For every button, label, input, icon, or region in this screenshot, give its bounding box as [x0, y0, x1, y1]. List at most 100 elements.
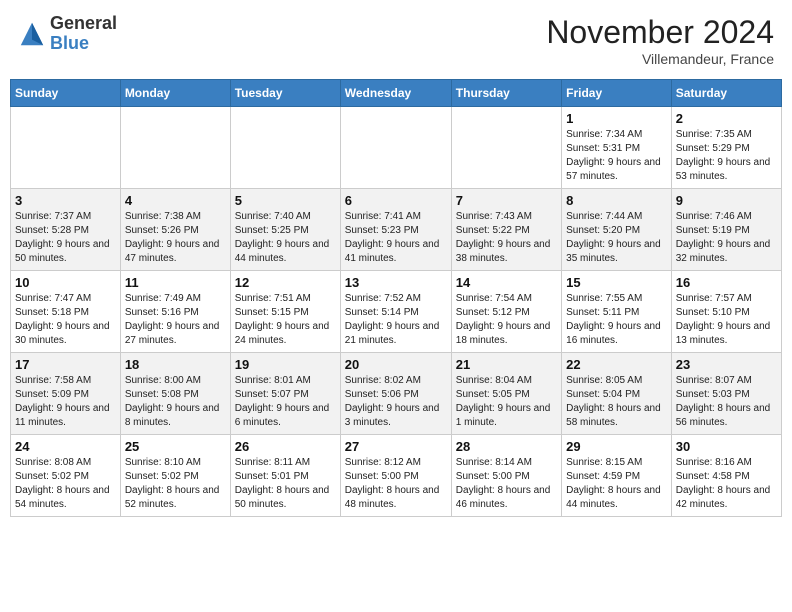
day-info: Sunrise: 7:55 AM Sunset: 5:11 PM Dayligh…	[566, 292, 667, 348]
day-info: Sunrise: 8:11 AM Sunset: 5:01 PM Dayligh…	[235, 456, 336, 512]
day-info: Sunrise: 7:44 AM Sunset: 5:20 PM Dayligh…	[566, 210, 667, 266]
day-info: Sunrise: 8:07 AM Sunset: 5:03 PM Dayligh…	[676, 374, 777, 430]
weekday-header-thursday: Thursday	[451, 80, 561, 107]
day-number: 7	[456, 193, 557, 208]
calendar-body: 1 Sunrise: 7:34 AM Sunset: 5:31 PM Daylig…	[11, 107, 782, 517]
calendar-day-cell	[340, 107, 451, 189]
day-number: 5	[235, 193, 336, 208]
calendar-day-cell: 8 Sunrise: 7:44 AM Sunset: 5:20 PM Daylig…	[562, 189, 672, 271]
day-number: 2	[676, 111, 777, 126]
weekday-header-saturday: Saturday	[671, 80, 781, 107]
calendar-day-cell: 18 Sunrise: 8:00 AM Sunset: 5:08 PM Dayli…	[120, 353, 230, 435]
location-subtitle: Villemandeur, France	[546, 51, 774, 67]
day-number: 11	[125, 275, 226, 290]
day-info: Sunrise: 7:40 AM Sunset: 5:25 PM Dayligh…	[235, 210, 336, 266]
calendar-day-cell: 15 Sunrise: 7:55 AM Sunset: 5:11 PM Dayli…	[562, 271, 672, 353]
day-number: 6	[345, 193, 447, 208]
day-info: Sunrise: 8:16 AM Sunset: 4:58 PM Dayligh…	[676, 456, 777, 512]
day-info: Sunrise: 8:02 AM Sunset: 5:06 PM Dayligh…	[345, 374, 447, 430]
calendar-day-cell	[11, 107, 121, 189]
day-number: 26	[235, 439, 336, 454]
month-title: November 2024	[546, 14, 774, 51]
day-info: Sunrise: 7:41 AM Sunset: 5:23 PM Dayligh…	[345, 210, 447, 266]
weekday-header-tuesday: Tuesday	[230, 80, 340, 107]
calendar-day-cell: 12Sunrise: 7:51 AM Sunset: 5:15 PM Dayli…	[230, 271, 340, 353]
day-number: 1	[566, 111, 667, 126]
day-info: Sunrise: 8:08 AM Sunset: 5:02 PM Dayligh…	[15, 456, 116, 512]
weekday-header-friday: Friday	[562, 80, 672, 107]
calendar-day-cell: 27 Sunrise: 8:12 AM Sunset: 5:00 PM Dayli…	[340, 435, 451, 517]
day-info: Sunrise: 8:14 AM Sunset: 5:00 PM Dayligh…	[456, 456, 557, 512]
day-info: Sunrise: 7:54 AM Sunset: 5:12 PM Dayligh…	[456, 292, 557, 348]
calendar-week-3: 10 Sunrise: 7:47 AM Sunset: 5:18 PM Dayli…	[11, 271, 782, 353]
day-number: 18	[125, 357, 226, 372]
day-number: 27	[345, 439, 447, 454]
day-info: Sunrise: 7:47 AM Sunset: 5:18 PM Dayligh…	[15, 292, 116, 348]
calendar-day-cell	[451, 107, 561, 189]
day-number: 17	[15, 357, 116, 372]
logo: General Blue	[18, 14, 117, 54]
calendar-day-cell: 29Sunrise: 8:15 AM Sunset: 4:59 PM Dayli…	[562, 435, 672, 517]
logo-blue-text: Blue	[50, 34, 117, 54]
day-info: Sunrise: 7:43 AM Sunset: 5:22 PM Dayligh…	[456, 210, 557, 266]
day-number: 13	[345, 275, 447, 290]
calendar-day-cell: 10 Sunrise: 7:47 AM Sunset: 5:18 PM Dayli…	[11, 271, 121, 353]
day-info: Sunrise: 7:58 AM Sunset: 5:09 PM Dayligh…	[15, 374, 116, 430]
day-number: 14	[456, 275, 557, 290]
day-number: 10	[15, 275, 116, 290]
day-info: Sunrise: 8:01 AM Sunset: 5:07 PM Dayligh…	[235, 374, 336, 430]
page-header: General Blue November 2024 Villemandeur,…	[10, 10, 782, 71]
day-info: Sunrise: 7:38 AM Sunset: 5:26 PM Dayligh…	[125, 210, 226, 266]
calendar-day-cell: 14 Sunrise: 7:54 AM Sunset: 5:12 PM Dayli…	[451, 271, 561, 353]
day-number: 16	[676, 275, 777, 290]
calendar-day-cell: 9 Sunrise: 7:46 AM Sunset: 5:19 PM Daylig…	[671, 189, 781, 271]
calendar-day-cell: 25Sunrise: 8:10 AM Sunset: 5:02 PM Dayli…	[120, 435, 230, 517]
day-number: 28	[456, 439, 557, 454]
calendar-day-cell: 30 Sunrise: 8:16 AM Sunset: 4:58 PM Dayli…	[671, 435, 781, 517]
day-number: 29	[566, 439, 667, 454]
day-number: 8	[566, 193, 667, 208]
calendar-day-cell	[230, 107, 340, 189]
day-info: Sunrise: 8:00 AM Sunset: 5:08 PM Dayligh…	[125, 374, 226, 430]
day-number: 15	[566, 275, 667, 290]
day-number: 25	[125, 439, 226, 454]
calendar-day-cell: 11Sunrise: 7:49 AM Sunset: 5:16 PM Dayli…	[120, 271, 230, 353]
weekday-header-row: SundayMondayTuesdayWednesdayThursdayFrid…	[11, 80, 782, 107]
weekday-header-sunday: Sunday	[11, 80, 121, 107]
calendar-day-cell: 24 Sunrise: 8:08 AM Sunset: 5:02 PM Dayli…	[11, 435, 121, 517]
day-info: Sunrise: 7:52 AM Sunset: 5:14 PM Dayligh…	[345, 292, 447, 348]
weekday-header-monday: Monday	[120, 80, 230, 107]
day-info: Sunrise: 7:51 AM Sunset: 5:15 PM Dayligh…	[235, 292, 336, 348]
logo-icon	[18, 20, 46, 48]
calendar-day-cell: 1 Sunrise: 7:34 AM Sunset: 5:31 PM Daylig…	[562, 107, 672, 189]
calendar-header: SundayMondayTuesdayWednesdayThursdayFrid…	[11, 80, 782, 107]
calendar-day-cell: 4 Sunrise: 7:38 AM Sunset: 5:26 PM Daylig…	[120, 189, 230, 271]
day-info: Sunrise: 8:12 AM Sunset: 5:00 PM Dayligh…	[345, 456, 447, 512]
day-number: 20	[345, 357, 447, 372]
day-info: Sunrise: 8:05 AM Sunset: 5:04 PM Dayligh…	[566, 374, 667, 430]
calendar-day-cell: 7 Sunrise: 7:43 AM Sunset: 5:22 PM Daylig…	[451, 189, 561, 271]
logo-general-text: General	[50, 14, 117, 34]
title-block: November 2024 Villemandeur, France	[546, 14, 774, 67]
day-info: Sunrise: 7:34 AM Sunset: 5:31 PM Dayligh…	[566, 128, 667, 184]
day-number: 24	[15, 439, 116, 454]
calendar-day-cell: 6 Sunrise: 7:41 AM Sunset: 5:23 PM Daylig…	[340, 189, 451, 271]
calendar-day-cell: 21Sunrise: 8:04 AM Sunset: 5:05 PM Dayli…	[451, 353, 561, 435]
day-info: Sunrise: 8:04 AM Sunset: 5:05 PM Dayligh…	[456, 374, 557, 430]
day-info: Sunrise: 7:46 AM Sunset: 5:19 PM Dayligh…	[676, 210, 777, 266]
day-number: 4	[125, 193, 226, 208]
day-number: 9	[676, 193, 777, 208]
calendar-day-cell: 26 Sunrise: 8:11 AM Sunset: 5:01 PM Dayli…	[230, 435, 340, 517]
calendar-day-cell: 19Sunrise: 8:01 AM Sunset: 5:07 PM Dayli…	[230, 353, 340, 435]
calendar-day-cell: 22Sunrise: 8:05 AM Sunset: 5:04 PM Dayli…	[562, 353, 672, 435]
calendar-day-cell: 5 Sunrise: 7:40 AM Sunset: 5:25 PM Daylig…	[230, 189, 340, 271]
calendar-week-1: 1 Sunrise: 7:34 AM Sunset: 5:31 PM Daylig…	[11, 107, 782, 189]
calendar-week-2: 3Sunrise: 7:37 AM Sunset: 5:28 PM Daylig…	[11, 189, 782, 271]
calendar-day-cell: 20 Sunrise: 8:02 AM Sunset: 5:06 PM Dayli…	[340, 353, 451, 435]
calendar-day-cell	[120, 107, 230, 189]
day-number: 30	[676, 439, 777, 454]
day-info: Sunrise: 7:37 AM Sunset: 5:28 PM Dayligh…	[15, 210, 116, 266]
calendar-week-4: 17 Sunrise: 7:58 AM Sunset: 5:09 PM Dayli…	[11, 353, 782, 435]
calendar-day-cell: 28 Sunrise: 8:14 AM Sunset: 5:00 PM Dayli…	[451, 435, 561, 517]
logo-text: General Blue	[50, 14, 117, 54]
